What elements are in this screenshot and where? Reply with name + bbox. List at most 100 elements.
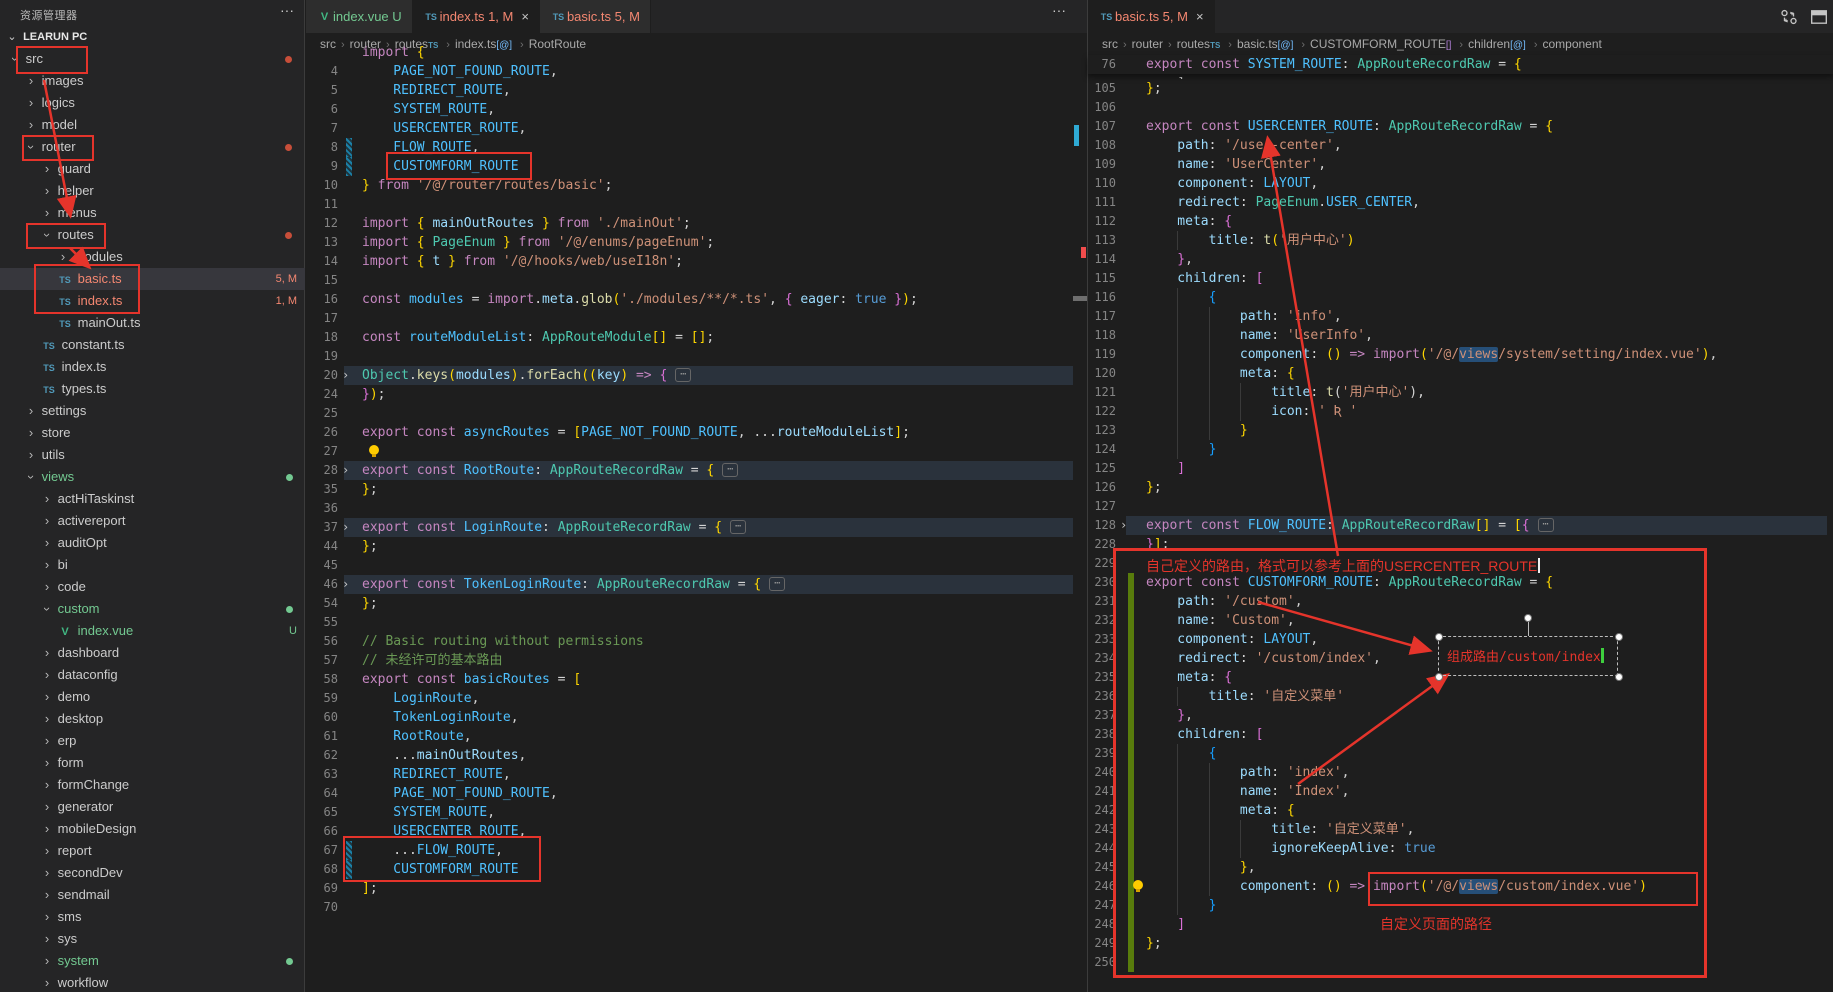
code-line[interactable]: 127 [1088,497,1833,516]
code-line[interactable]: 245}, [1088,858,1833,877]
code-line[interactable]: 58export const basicRoutes = [ [306,670,1087,689]
code-line[interactable]: 109name: 'UserCenter', [1088,155,1833,174]
code-line[interactable]: 70 [306,898,1087,917]
sidebar-item-index.ts[interactable]: TS index.ts [0,356,305,378]
folded-code-ellipsis[interactable]: ⋯ [769,577,785,591]
sidebar-item-mobileDesign[interactable]: › mobileDesign [0,818,305,840]
sidebar-item-index.ts[interactable]: TS index.ts1, M [0,290,305,312]
code-line[interactable]: 108path: '/user-center', [1088,136,1833,155]
tab-basic.ts[interactable]: TSbasic.ts 5, M [540,0,651,33]
selection-handle[interactable] [1615,673,1623,681]
code-line[interactable]: 67...FLOW_ROUTE, [306,841,1087,860]
fold-chevron-icon[interactable]: › [342,366,349,385]
code-line[interactable]: 246component: () => import('/@/views/cus… [1088,877,1833,896]
code-line[interactable]: 46›export const TokenLoginRoute: AppRout… [306,575,1087,594]
breadcrumb-segment[interactable]: children [1468,37,1510,51]
sidebar-item-bi[interactable]: › bi [0,554,305,576]
sidebar-item-src[interactable]: › src [0,48,305,70]
code-line[interactable]: 9CUSTOMFORM_ROUTE [306,157,1087,176]
close-icon[interactable]: × [1196,9,1204,24]
code-line[interactable]: 64PAGE_NOT_FOUND_ROUTE, [306,784,1087,803]
sidebar-item-index.vue[interactable]: V index.vueU [0,620,305,642]
code-line[interactable]: 10} from '/@/router/routes/basic'; [306,176,1087,195]
code-line[interactable]: 45 [306,556,1087,575]
breadcrumb-segment[interactable]: router [1132,37,1163,51]
code-line[interactable]: 125] [1088,459,1833,478]
breadcrumb-segment[interactable]: component [1542,37,1601,51]
selection-handle[interactable] [1435,633,1443,641]
code-line[interactable]: 25 [306,404,1087,423]
sidebar-item-auditOpt[interactable]: › auditOpt [0,532,305,554]
code-line[interactable]: 76export const SYSTEM_ROUTE: AppRouteRec… [1088,55,1833,74]
code-line[interactable]: 7USERCENTER_ROUTE, [306,119,1087,138]
sidebar-item-dashboard[interactable]: › dashboard [0,642,305,664]
code-line[interactable]: 63REDIRECT_ROUTE, [306,765,1087,784]
code-line[interactable]: 4PAGE_NOT_FOUND_ROUTE, [306,62,1087,81]
breadcrumb-segment[interactable]: basic.ts [1237,37,1278,51]
selection-handle[interactable] [1615,633,1623,641]
breadcrumb-segment[interactable]: src [1102,37,1118,51]
fold-chevron-icon[interactable]: › [342,518,349,537]
explorer-more-actions-icon[interactable]: ··· [280,2,294,18]
sidebar-item-settings[interactable]: › settings [0,400,305,422]
code-line[interactable]: 115children: [ [1088,269,1833,288]
breadcrumb[interactable]: src›router›routesTS›basic.ts[@]›CUSTOMFO… [1102,33,1833,55]
code-line[interactable]: 231path: '/custom', [1088,592,1833,611]
sidebar-item-guard[interactable]: › guard [0,158,305,180]
fold-chevron-icon[interactable]: › [342,575,349,594]
code-line[interactable]: 17 [306,309,1087,328]
sidebar-item-model[interactable]: › model [0,114,305,136]
code-line[interactable]: 16const modules = import.meta.glob('./mo… [306,290,1087,309]
tab-basic.ts[interactable]: TSbasic.ts 5, M× [1088,0,1215,33]
breadcrumb-segment[interactable]: routes [1177,37,1210,51]
sidebar-item-demo[interactable]: › demo [0,686,305,708]
code-line[interactable]: 20›Object.keys(modules).forEach((key) =>… [306,366,1087,385]
code-line[interactable]: 68CUSTOMFORM_ROUTE [306,860,1087,879]
annotation-textbox[interactable]: 组成路由/custom/index [1438,636,1618,676]
code-line[interactable]: 59LoginRoute, [306,689,1087,708]
code-line[interactable]: 242meta: { [1088,801,1833,820]
code-line[interactable]: 54}; [306,594,1087,613]
selection-handle[interactable] [1435,673,1443,681]
sidebar-item-sms[interactable]: › sms [0,906,305,928]
sidebar-item-sendmail[interactable]: › sendmail [0,884,305,906]
code-line[interactable]: 228}]; [1088,535,1833,554]
code-line[interactable]: 128›export const FLOW_ROUTE: AppRouteRec… [1088,516,1833,535]
sidebar-item-code[interactable]: › code [0,576,305,598]
code-line[interactable]: 243title: '自定义菜单', [1088,820,1833,839]
editor-more-actions-icon[interactable]: ··· [1052,2,1066,18]
code-line[interactable]: 114}, [1088,250,1833,269]
sidebar-item-desktop[interactable]: › desktop [0,708,305,730]
code-line[interactable]: 122icon: ' Ʀ ' [1088,402,1833,421]
code-line[interactable]: 27 [306,442,1087,461]
sidebar-item-generator[interactable]: › generator [0,796,305,818]
sidebar-item-custom[interactable]: › custom [0,598,305,620]
sidebar-item-types.ts[interactable]: TS types.ts [0,378,305,400]
close-icon[interactable]: × [521,9,529,24]
code-line[interactable]: 241name: 'Index', [1088,782,1833,801]
code-line[interactable]: 18const routeModuleList: AppRouteModule[… [306,328,1087,347]
sidebar-item-formChange[interactable]: › formChange [0,774,305,796]
code-line[interactable]: 69]; [306,879,1087,898]
folded-code-ellipsis[interactable]: ⋯ [675,368,691,382]
sidebar-item-utils[interactable]: › utils [0,444,305,466]
lightbulb-icon[interactable] [1132,880,1144,892]
code-line[interactable]: 62...mainOutRoutes, [306,746,1087,765]
code-line[interactable]: 24}); [306,385,1087,404]
sidebar-item-basic.ts[interactable]: TS basic.ts5, M [0,268,305,290]
sidebar-item-system[interactable]: › system [0,950,305,972]
code-line[interactable]: 35}; [306,480,1087,499]
code-line[interactable]: 107export const USERCENTER_ROUTE: AppRou… [1088,117,1833,136]
folded-code-ellipsis[interactable]: ⋯ [722,463,738,477]
open-changes-icon[interactable] [1780,8,1798,26]
editor-group-divider[interactable] [1087,0,1088,992]
code-line[interactable]: 113title: t('用户中心') [1088,231,1833,250]
code-line[interactable]: 247} [1088,896,1833,915]
fold-chevron-icon[interactable]: › [1120,516,1127,535]
sidebar-item-menus[interactable]: › menus [0,202,305,224]
code-line[interactable]: 6SYSTEM_ROUTE, [306,100,1087,119]
sidebar-item-activereport[interactable]: › activereport [0,510,305,532]
folded-code-ellipsis[interactable]: ⋯ [730,520,746,534]
code-line[interactable]: 61RootRoute, [306,727,1087,746]
code-line[interactable]: 44}; [306,537,1087,556]
